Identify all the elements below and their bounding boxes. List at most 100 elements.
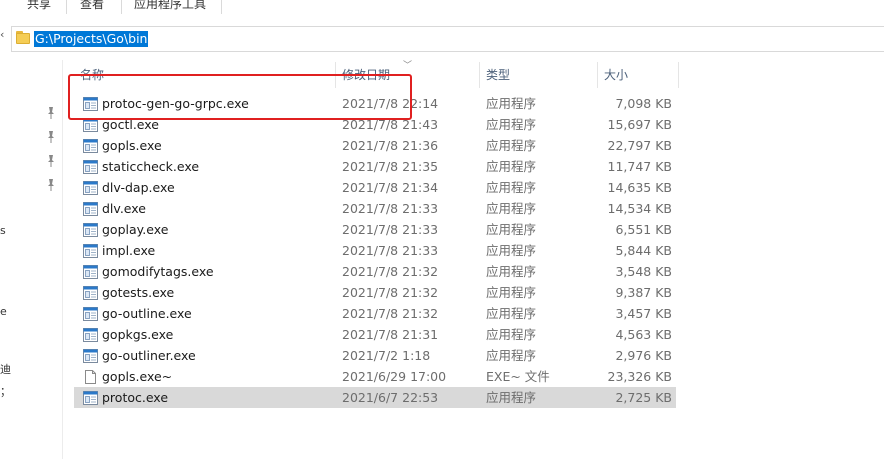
column-header-size[interactable]: 大小 [598,62,678,88]
file-name: gopls.exe~ [102,369,173,384]
ribbon-divider [221,0,222,14]
file-row[interactable]: gotests.exe 2021/7/8 21:32 应用程序 9,387 KB [74,282,676,303]
file-size: 2,976 KB [615,348,672,363]
nav-item-fragment[interactable]: s [0,224,6,237]
file-size: 23,326 KB [607,369,672,384]
exe-icon [83,306,98,321]
exe-icon [83,264,98,279]
file-name: protoc.exe [102,390,169,405]
file-row[interactable]: gopkgs.exe 2021/7/8 21:31 应用程序 4,563 KB [74,324,676,345]
file-icon [83,369,98,384]
pin-icon[interactable] [46,178,56,192]
highlight-annotation [68,74,412,120]
nav-item-fragment[interactable]: e [0,305,7,318]
file-date: 2021/7/8 21:32 [342,285,439,300]
file-name: dlv-dap.exe [102,180,175,195]
column-divider[interactable] [479,62,480,88]
file-type: 应用程序 [486,390,537,405]
ribbon-tabs: 共享 查看 应用程序工具 [0,0,884,22]
file-size: 14,635 KB [607,180,672,195]
file-row[interactable]: go-outline.exe 2021/7/8 21:32 应用程序 3,457 KB [74,303,676,324]
file-name: gotests.exe [102,285,175,300]
file-date: 2021/7/8 21:33 [342,243,439,258]
column-divider[interactable] [597,62,598,88]
tab-view[interactable]: 查看 [80,0,104,12]
file-size: 4,563 KB [615,327,672,342]
exe-icon [83,390,98,405]
exe-icon [83,243,98,258]
file-row[interactable]: impl.exe 2021/7/8 21:33 应用程序 5,844 KB [74,240,676,261]
file-type: 应用程序 [486,138,537,153]
file-date: 2021/7/8 21:31 [342,327,439,342]
file-type: 应用程序 [486,306,537,321]
file-size: 3,457 KB [615,306,672,321]
file-name: go-outliner.exe [102,348,196,363]
file-type: 应用程序 [486,117,537,132]
file-date: 2021/7/8 21:32 [342,264,439,279]
exe-icon [83,348,98,363]
file-type: EXE~ 文件 [486,369,550,384]
pin-icon[interactable] [46,154,56,168]
file-row[interactable]: dlv-dap.exe 2021/7/8 21:34 应用程序 14,635 KB [74,177,676,198]
file-name: impl.exe [102,243,156,258]
file-size: 5,844 KB [615,243,672,258]
file-row[interactable]: gopls.exe 2021/7/8 21:36 应用程序 22,797 KB [74,135,676,156]
nav-item-fragment[interactable]: 迪 [0,361,11,377]
column-divider[interactable] [678,62,679,88]
file-size: 15,697 KB [607,117,672,132]
file-size: 6,551 KB [615,222,672,237]
exe-icon [83,138,98,153]
file-date: 2021/7/8 21:34 [342,180,439,195]
exe-icon [83,201,98,216]
file-row[interactable]: dlv.exe 2021/7/8 21:33 应用程序 14,534 KB [74,198,676,219]
file-date: 2021/7/8 21:35 [342,159,439,174]
file-type: 应用程序 [486,201,537,216]
file-name: staticcheck.exe [102,159,200,174]
exe-icon [83,180,98,195]
file-size: 3,548 KB [615,264,672,279]
file-name: goplay.exe [102,222,169,237]
file-size: 9,387 KB [615,285,672,300]
file-row[interactable]: gomodifytags.exe 2021/7/8 21:32 应用程序 3,548 … [74,261,676,282]
file-name: gopls.exe [102,138,162,153]
tab-app-tools[interactable]: 应用程序工具 [134,0,206,12]
file-name: go-outline.exe [102,306,192,321]
file-type: 应用程序 [486,180,537,195]
file-date: 2021/6/29 17:00 [342,369,447,384]
file-row[interactable]: staticcheck.exe 2021/7/8 21:35 应用程序 11,747 … [74,156,676,177]
pin-icon[interactable] [46,130,56,144]
file-date: 2021/7/2 1:18 [342,348,431,363]
file-size: 14,534 KB [607,201,672,216]
file-name: gopkgs.exe [102,327,174,342]
file-row[interactable]: protoc.exe 2021/6/7 22:53 应用程序 2,725 KB [74,387,676,408]
exe-icon [83,222,98,237]
file-date: 2021/7/8 21:32 [342,306,439,321]
nav-pane-divider [62,60,63,459]
file-row[interactable]: goplay.exe 2021/7/8 21:33 应用程序 6,551 KB [74,219,676,240]
nav-item-fragment[interactable]: ； [0,383,11,399]
address-path[interactable]: G:\Projects\Go\bin [34,31,149,47]
ribbon-divider [121,0,122,14]
file-size: 2,725 KB [615,390,672,405]
address-bar[interactable]: G:\Projects\Go\bin [11,26,884,52]
address-chevron-icon[interactable]: ‹ [0,28,4,41]
exe-icon [83,159,98,174]
file-size: 7,098 KB [615,96,672,111]
file-date: 2021/7/8 21:33 [342,201,439,216]
tab-share[interactable]: 共享 [27,0,51,12]
exe-icon [83,285,98,300]
file-type: 应用程序 [486,348,537,363]
exe-icon [83,327,98,342]
ribbon-divider [66,0,67,14]
file-size: 11,747 KB [607,159,672,174]
column-header-type[interactable]: 类型 [480,62,598,88]
file-name: dlv.exe [102,201,146,216]
file-type: 应用程序 [486,285,537,300]
file-date: 2021/7/8 21:33 [342,222,439,237]
file-type: 应用程序 [486,159,537,174]
file-date: 2021/6/7 22:53 [342,390,439,405]
file-type: 应用程序 [486,243,537,258]
file-row[interactable]: gopls.exe~ 2021/6/29 17:00 EXE~ 文件 23,326 K… [74,366,676,387]
file-row[interactable]: go-outliner.exe 2021/7/2 1:18 应用程序 2,976 KB [74,345,676,366]
pin-icon[interactable] [46,106,56,120]
